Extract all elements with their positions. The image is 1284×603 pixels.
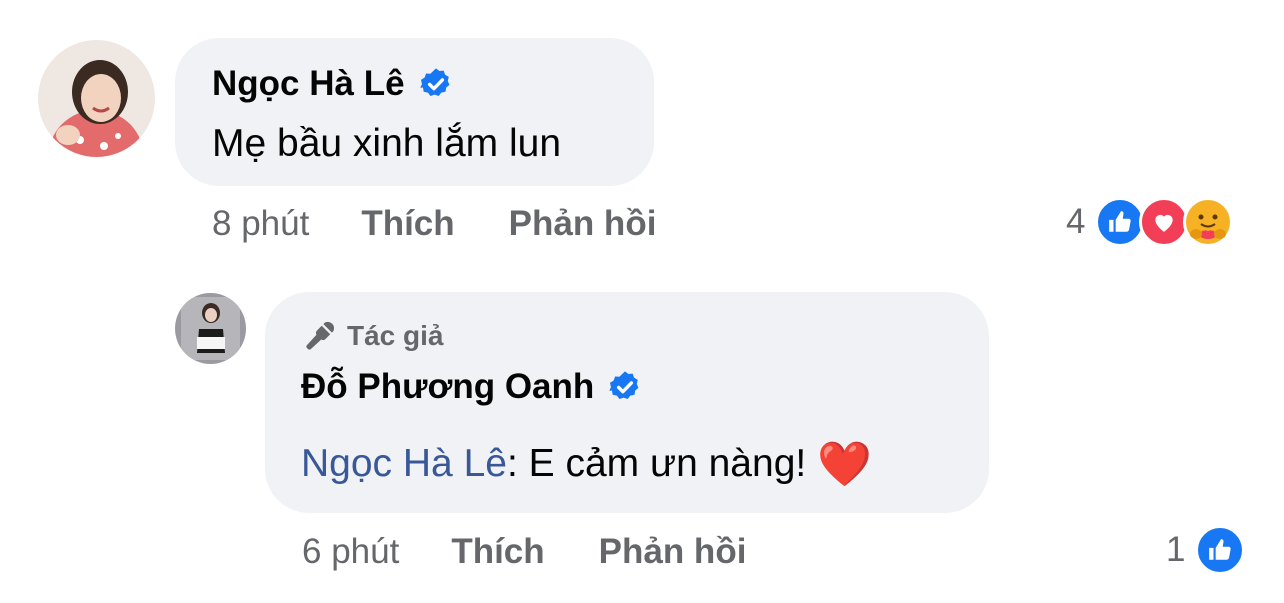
comment-like-button[interactable]: Thích xyxy=(361,204,454,244)
comment-text: Mẹ bầu xinh lắm lun xyxy=(212,122,562,165)
like-icon xyxy=(1195,525,1246,575)
reply-author-name[interactable]: Đỗ Phương Oanh xyxy=(301,367,594,407)
reply-timestamp[interactable]: 6 phút xyxy=(302,532,399,572)
comment-bubble: Ngọc Hà Lê Mẹ bầu xinh lắm lun xyxy=(175,38,654,186)
reply-author-row: Đỗ Phương Oanh xyxy=(301,367,642,407)
author-badge: Tác giả xyxy=(303,319,443,353)
mention-link[interactable]: Ngọc Hà Lê xyxy=(301,442,507,486)
reply-author-avatar[interactable] xyxy=(175,293,246,364)
comment-timestamp[interactable]: 8 phút xyxy=(212,204,309,244)
reply-bubble: Tác giả Đỗ Phương Oanh Ngọc Hà Lê : E cả… xyxy=(265,292,989,513)
comment-actions: 8 phút Thích Phản hồi xyxy=(212,204,710,244)
red-heart-emoji: ❤️ xyxy=(817,440,872,489)
reply-reply-button[interactable]: Phản hồi xyxy=(599,532,747,572)
comment-reaction-count: 4 xyxy=(1066,202,1086,241)
reply-actions: 6 phút Thích Phản hồi xyxy=(302,532,800,572)
comment-author-name[interactable]: Ngọc Hà Lê xyxy=(212,64,405,104)
reply-reactions[interactable]: 1 xyxy=(1166,525,1246,575)
microphone-icon xyxy=(306,321,335,350)
love-icon xyxy=(1139,197,1190,247)
comment-reactions[interactable]: 4 xyxy=(1066,197,1234,247)
verified-badge-icon xyxy=(419,68,450,97)
reply-text: Ngọc Hà Lê : E cảm ưn nàng! ❤️ xyxy=(301,438,872,490)
reply-message: : E cảm ưn nàng! xyxy=(506,442,818,485)
reply-reaction-count: 1 xyxy=(1166,530,1186,569)
reply-like-button[interactable]: Thích xyxy=(451,532,544,572)
like-icon xyxy=(1095,197,1146,247)
comment-author-row: Ngọc Hà Lê xyxy=(212,64,453,104)
comment-author-avatar[interactable] xyxy=(38,40,155,157)
author-badge-label: Tác giả xyxy=(347,320,444,351)
care-icon xyxy=(1183,197,1234,247)
comment-reply-button[interactable]: Phản hồi xyxy=(509,204,657,244)
verified-badge-icon xyxy=(609,371,639,400)
